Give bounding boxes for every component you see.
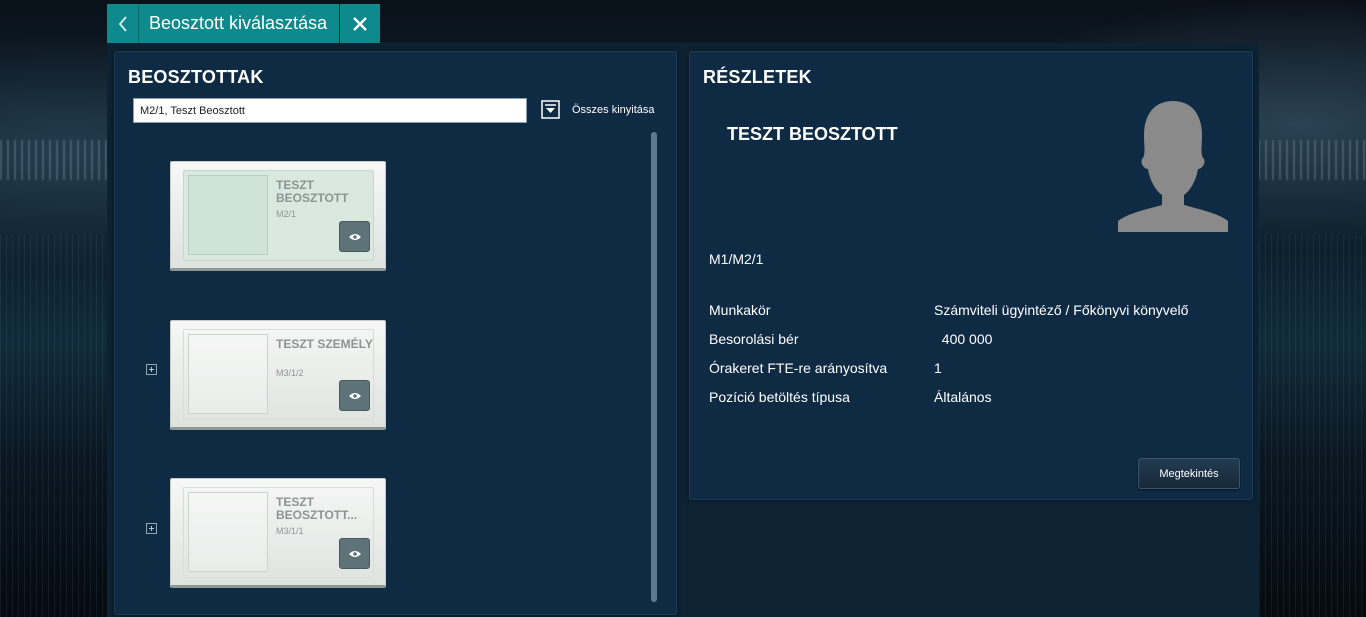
card-code: M3/1/2: [276, 368, 304, 378]
detail-value: 400 000: [934, 330, 993, 347]
subordinates-title: BEOSZTOTTAK: [128, 67, 264, 87]
card-code: M3/1/1: [276, 526, 304, 536]
detail-person-name: TESZT BEOSZTOTT: [727, 124, 898, 144]
subordinate-card[interactable]: TESZT BEOSZTOTT M2/1: [170, 161, 386, 271]
detail-table: Munkakör Számviteli ügyintéző / Főkönyvi…: [709, 295, 1188, 411]
detail-value: Általános: [934, 388, 992, 405]
detail-label: Munkakör: [709, 301, 771, 318]
eye-icon: [348, 392, 361, 399]
expand-node-button[interactable]: [146, 523, 157, 534]
detail-label: Besorolási bér: [709, 330, 799, 347]
view-details-button[interactable]: Megtekintés: [1138, 458, 1240, 489]
scrollbar-thumb[interactable]: [651, 132, 657, 602]
background-water-right: [1259, 235, 1366, 617]
card-photo: [188, 492, 268, 572]
expand-node-button[interactable]: [146, 364, 157, 375]
background-water-left: [0, 235, 107, 617]
subordinates-panel: BEOSZTOTTAK Összes kinyitása TESZT BEOSZ…: [114, 51, 677, 615]
detail-row: Pozíció betöltés típusa Általános: [709, 382, 1188, 411]
subordinate-card[interactable]: TESZT SZEMÉLY M3/1/2: [170, 320, 386, 430]
avatar-silhouette-icon: [1118, 101, 1228, 232]
close-icon: [353, 16, 367, 31]
view-card-button[interactable]: [339, 538, 370, 569]
close-button[interactable]: [340, 4, 381, 43]
detail-row: Órakeret FTE-re arányosítva 1: [709, 353, 1188, 382]
detail-label: Órakeret FTE-re arányosítva: [709, 359, 888, 376]
background-lights-left: [0, 140, 110, 180]
chevron-left-icon: [118, 15, 127, 32]
view-card-button[interactable]: [339, 380, 370, 411]
expand-all-label: Összes kinyitása: [572, 103, 655, 116]
detail-label: Pozíció betöltés típusa: [709, 388, 850, 405]
detail-row: Munkakör Számviteli ügyintéző / Főkönyvi…: [709, 295, 1188, 324]
back-button[interactable]: [107, 4, 139, 43]
eye-icon: [348, 550, 361, 557]
card-name: TESZT SZEMÉLY: [276, 337, 373, 351]
details-panel: RÉSZLETEK TESZT BEOSZTOTT M1/M2/1 Munkak…: [689, 51, 1253, 500]
view-card-button[interactable]: [339, 221, 370, 252]
detail-position-code: M1/M2/1: [709, 251, 764, 267]
card-photo: [188, 334, 268, 414]
details-title: RÉSZLETEK: [703, 67, 812, 87]
expand-all-icon: [541, 100, 560, 119]
detail-row: Besorolási bér 400 000: [709, 324, 1188, 353]
list-scrollbar[interactable]: [651, 132, 657, 602]
background-lights-right: [1258, 140, 1366, 180]
detail-value: 1: [934, 359, 942, 376]
card-code: M2/1: [276, 209, 297, 219]
card-name: TESZT BEOSZTOTT: [276, 178, 349, 205]
card-name: TESZT BEOSZTOTT...: [276, 495, 358, 522]
eye-icon: [348, 233, 361, 240]
detail-value: Számviteli ügyintéző / Főkönyvi könyvelő: [934, 301, 1189, 318]
card-photo: [188, 175, 268, 255]
search-input[interactable]: [133, 98, 527, 123]
subordinate-card[interactable]: TESZT BEOSZTOTT... M3/1/1: [170, 478, 386, 588]
top-bar: Beosztott kiválasztása: [107, 4, 381, 43]
expand-all-button[interactable]: Összes kinyitása: [541, 100, 655, 119]
page-title: Beosztott kiválasztása: [139, 4, 340, 43]
